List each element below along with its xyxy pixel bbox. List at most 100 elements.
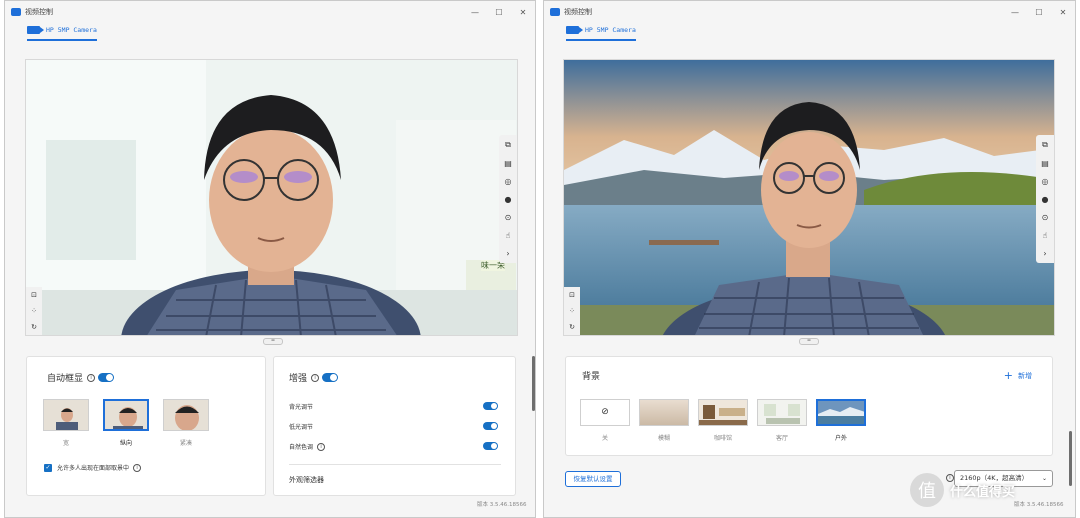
disabled-icon: ⊘ — [601, 407, 609, 417]
crop-icon[interactable]: ⊡ — [569, 291, 575, 299]
natural-tone-toggle[interactable] — [483, 442, 498, 450]
backlight-label: 背光调节 — [289, 404, 314, 411]
preview-toolbar: ⧉ ▤ ◎ ● ⊙ ☝ › — [1036, 135, 1054, 263]
gesture-icon[interactable]: ☝ — [1043, 231, 1048, 240]
add-background-button[interactable]: + 新增 — [1004, 369, 1032, 382]
background-option-cafe[interactable] — [698, 399, 748, 426]
collapse-handle[interactable]: ═ — [263, 338, 283, 345]
multi-person-row[interactable]: ✓ 允许多人出现在面部取景中 i — [44, 463, 142, 472]
info-icon[interactable]: i — [87, 373, 96, 382]
pip-icon[interactable]: ⧉ — [505, 140, 511, 150]
version-text: 版本 3.5.46.18566 — [477, 502, 527, 508]
tab-camera[interactable]: HP 5MP Camera — [566, 26, 636, 41]
enhance-toggle[interactable] — [322, 373, 339, 382]
background-option-label: 咖啡馆 — [713, 435, 732, 442]
snapshot-icon[interactable]: ◎ — [1042, 177, 1049, 186]
background-option-living-room[interactable] — [757, 399, 807, 426]
appearance-filter-label[interactable]: 外观筛选器 — [289, 475, 324, 485]
site-watermark: 值 什么值得买 — [910, 470, 1076, 510]
background-option-outdoor[interactable] — [816, 399, 866, 426]
frame-points-icon[interactable]: ⁘ — [31, 307, 37, 315]
video-camera-icon — [566, 26, 583, 34]
rotate-icon[interactable]: ↻ — [569, 323, 575, 331]
add-background-label: 新增 — [1018, 371, 1032, 380]
backlight-toggle[interactable] — [483, 402, 498, 410]
framing-option-compact[interactable] — [163, 399, 209, 431]
divider — [289, 464, 501, 465]
watermark-text: 什么值得买 — [950, 484, 1016, 500]
camera-preview: 味一荣 ⧉ ▤ ◎ ● ⊙ ☝ › ⊡ ⁘ ↻ — [25, 59, 518, 336]
plus-icon: + — [1003, 369, 1013, 382]
tab-bar: HP 5MP Camera — [544, 23, 1075, 47]
gesture-icon[interactable]: ☝ — [506, 231, 511, 240]
tab-camera-label: HP 5MP Camera — [585, 26, 636, 34]
background-title: 背景 — [582, 372, 601, 382]
tab-bar: HP 5MP Camera — [5, 23, 535, 47]
close-button[interactable]: ✕ — [511, 8, 535, 17]
background-option-off[interactable]: ⊘ — [580, 399, 630, 426]
chevron-right-icon[interactable]: › — [506, 249, 509, 258]
broadcast-icon[interactable]: ⊙ — [505, 213, 512, 222]
pip-icon[interactable]: ⧉ — [1042, 140, 1048, 150]
camera-preview: ⧉ ▤ ◎ ● ⊙ ☝ › ⊡ ⁘ ↻ — [563, 59, 1055, 336]
snapshot-icon[interactable]: ◎ — [505, 177, 512, 186]
record-icon[interactable]: ● — [505, 195, 512, 204]
info-icon[interactable]: i — [133, 463, 142, 472]
title-bar: 视频控制 — ☐ ✕ — [5, 1, 535, 23]
close-button[interactable]: ✕ — [1051, 8, 1075, 17]
info-icon[interactable]: i — [317, 442, 326, 451]
window-title: 视频控制 — [25, 8, 53, 16]
record-icon[interactable]: ● — [1042, 195, 1049, 204]
scrollbar[interactable] — [532, 356, 535, 411]
auto-framing-toggle[interactable] — [98, 373, 115, 382]
background-option-label: 模糊 — [657, 435, 670, 442]
broadcast-icon[interactable]: ⊙ — [1042, 213, 1049, 222]
framing-option-label: 宽 — [62, 440, 69, 447]
video-control-window-right: 视频控制 — ☐ ✕ HP 5MP Camera ⧉ ▤ ◎ ● ⊙ ☝ › ⊡… — [543, 0, 1076, 518]
frame-points-icon[interactable]: ⁘ — [569, 307, 575, 315]
preview-image — [26, 60, 517, 335]
rotate-icon[interactable]: ↻ — [31, 323, 37, 331]
enhance-title: 增强 — [289, 374, 308, 384]
natural-tone-row: 自然色调 i — [289, 442, 326, 451]
maximize-button[interactable]: ☐ — [487, 8, 511, 17]
title-bar: 视频控制 — ☐ ✕ — [544, 1, 1075, 23]
window-title: 视频控制 — [564, 8, 592, 16]
app-icon — [550, 8, 560, 16]
lowlight-label: 低光调节 — [289, 424, 314, 431]
background-option-label: 户外 — [834, 435, 847, 442]
auto-framing-heading: 自动框显 i — [47, 371, 115, 384]
app-icon — [11, 8, 21, 16]
maximize-button[interactable]: ☐ — [1027, 8, 1051, 17]
minimize-button[interactable]: — — [1003, 8, 1027, 17]
video-control-window-left: 视频控制 — ☐ ✕ HP 5MP Camera 味一荣 ⧉ ▤ ◎ ● ⊙ ☝… — [4, 0, 536, 518]
framing-option-wide[interactable] — [43, 399, 89, 431]
preview-image — [564, 60, 1054, 335]
framing-option-label: 紧凑 — [179, 440, 192, 447]
multi-person-checkbox[interactable]: ✓ — [44, 463, 52, 472]
auto-framing-title: 自动框显 — [47, 374, 84, 384]
background-option-blur[interactable] — [639, 399, 689, 426]
chevron-right-icon[interactable]: › — [1043, 249, 1046, 258]
collapse-handle[interactable]: ═ — [799, 338, 819, 345]
lowlight-toggle[interactable] — [483, 422, 498, 430]
reset-defaults-button[interactable]: 恢复默认设置 — [565, 471, 621, 487]
enhance-heading: 增强 i — [289, 371, 339, 384]
hdr-icon[interactable]: ▤ — [1041, 159, 1049, 168]
multi-person-label: 允许多人出现在面部取景中 — [57, 465, 130, 472]
info-icon[interactable]: i — [311, 373, 320, 382]
minimize-button[interactable]: — — [463, 8, 487, 17]
framing-toolbar: ⊡ ⁘ ↻ — [564, 287, 580, 335]
framing-toolbar: ⊡ ⁘ ↻ — [26, 287, 42, 335]
crop-icon[interactable]: ⊡ — [31, 291, 37, 299]
tab-camera-label: HP 5MP Camera — [46, 26, 97, 34]
video-camera-icon — [27, 26, 44, 34]
background-option-label: 客厅 — [775, 435, 788, 442]
background-option-label: 关 — [601, 435, 608, 442]
tab-camera[interactable]: HP 5MP Camera — [27, 26, 97, 41]
natural-tone-label: 自然色调 — [289, 444, 314, 451]
watermark-logo: 值 — [910, 473, 944, 507]
hdr-icon[interactable]: ▤ — [504, 159, 512, 168]
framing-option-label: 纵向 — [119, 440, 132, 447]
framing-option-portrait[interactable] — [103, 399, 149, 431]
